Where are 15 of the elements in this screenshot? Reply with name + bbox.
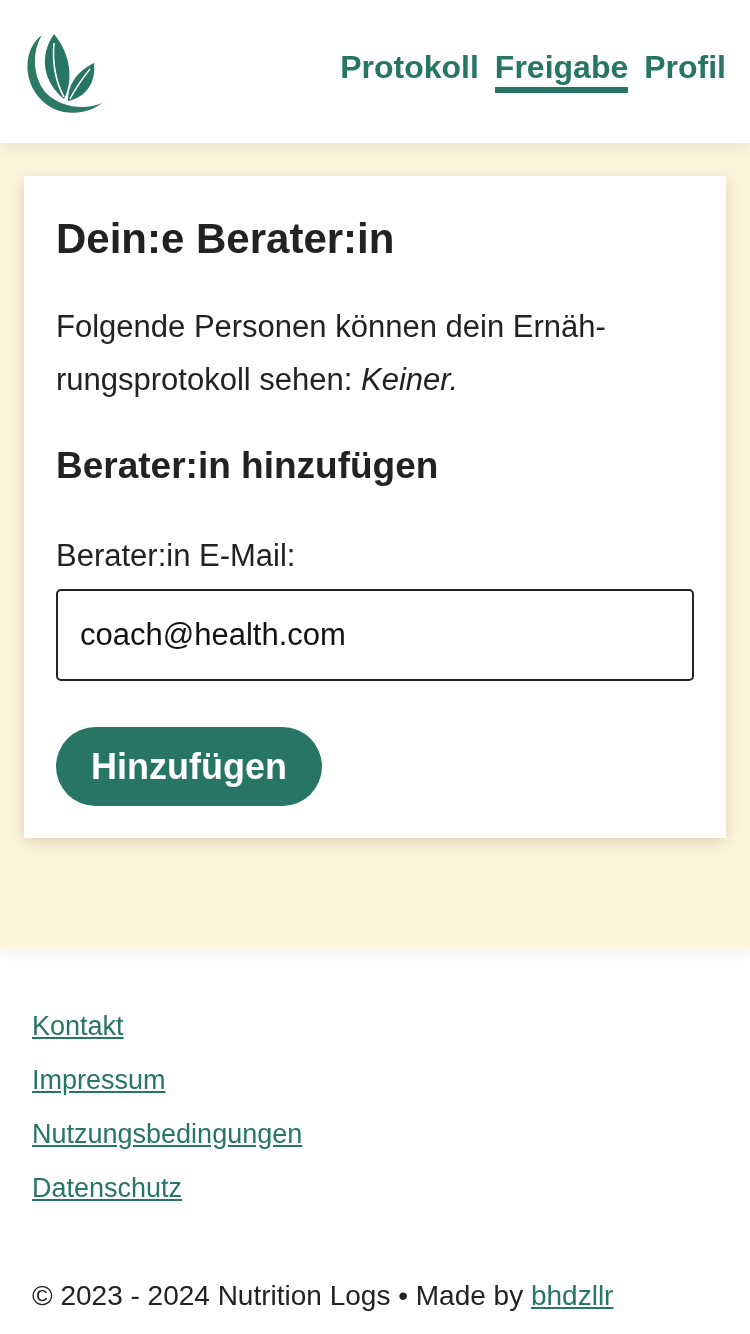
- copyright-text: © 2023 - 2024 Nutrition Logs • Made by bhdzllr: [32, 1280, 615, 1312]
- footer-link[interactable]: Nutzungsbedingungen: [32, 1119, 303, 1150]
- footer-link[interactable]: Datenschutz: [32, 1173, 183, 1204]
- nav-link[interactable]: Profil: [644, 50, 726, 93]
- footer-link[interactable]: Kontakt: [32, 1011, 124, 1042]
- email-label: Berater:in E-Mail:: [56, 538, 296, 574]
- description-text: Folgende Personen können dein Ernäh-rungsprotokoll sehen: Keiner.: [56, 308, 607, 399]
- footer-link[interactable]: Impressum: [32, 1065, 166, 1096]
- card-title: Dein:e Berater:in: [56, 216, 396, 262]
- email-field[interactable]: coach@health.com: [56, 589, 694, 681]
- add-button[interactable]: Hinzufügen: [56, 727, 322, 806]
- nav-link[interactable]: Protokoll: [340, 50, 479, 93]
- author-link[interactable]: bhdzllr: [530, 1280, 614, 1311]
- section-title: Berater:in hinzufügen: [56, 445, 440, 487]
- nav-link[interactable]: Freigabe: [494, 50, 629, 93]
